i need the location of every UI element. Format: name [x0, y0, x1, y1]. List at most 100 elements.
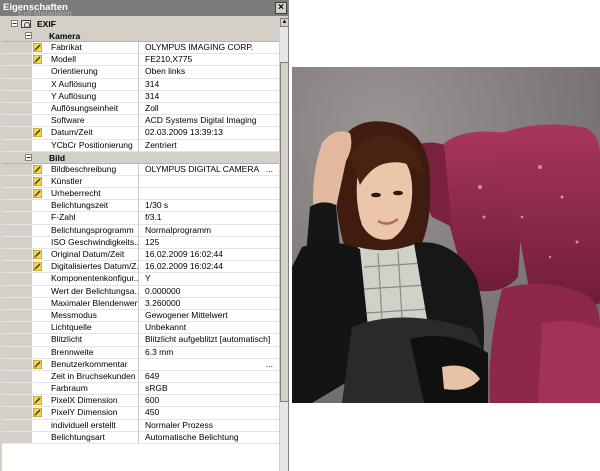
property-value[interactable]: Normalprogramm [142, 225, 279, 236]
property-value[interactable]: Normaler Prozess [142, 420, 279, 431]
property-row[interactable]: PixelY Dimension 450 [2, 407, 279, 420]
property-value[interactable]: Gewogener Mittelwert [142, 310, 279, 321]
row-gutter [2, 334, 32, 346]
property-value[interactable]: sRGB [142, 383, 279, 394]
property-name: PixelY Dimension [49, 407, 139, 419]
property-value[interactable]: 16.02.2009 16:02:44 [142, 261, 279, 272]
property-value[interactable]: 314 [142, 79, 279, 90]
property-value[interactable]: OLYMPUS IMAGING CORP. [142, 42, 279, 53]
property-row[interactable]: Belichtungsart Automatische Belichtung [2, 431, 279, 444]
portrait-photo [292, 67, 600, 403]
property-row[interactable]: Modell FE210,X775 [2, 54, 279, 67]
property-row[interactable]: Maximaler Blendenwert 3.260000 [2, 297, 279, 310]
edit-pencil-icon [33, 164, 42, 174]
property-value[interactable]: f/3.1 [142, 212, 279, 223]
property-row[interactable]: Auflösungseinheit Zoll [2, 102, 279, 116]
property-value[interactable]: 02.03.2009 13:39:13 [142, 127, 279, 138]
property-value[interactable]: 6.3 mm [142, 347, 279, 358]
property-row[interactable]: X Auflösung 314 [2, 78, 279, 91]
property-value[interactable]: Blitzlicht aufgeblitzt [automatisch] [142, 334, 279, 345]
property-name: Orientierung [49, 66, 139, 78]
property-value[interactable]: Unbekannt [142, 322, 279, 333]
property-row[interactable]: Künstler [2, 175, 279, 189]
ellipsis-button[interactable]: ... [266, 359, 273, 369]
tree-root-exif[interactable]: − EXIF [2, 18, 279, 30]
property-value[interactable]: Zoll [142, 103, 279, 114]
property-value[interactable] [142, 359, 279, 370]
property-row[interactable]: Belichtungsprogramm Normalprogramm [2, 224, 279, 237]
close-icon: × [278, 2, 284, 13]
property-value[interactable]: 125 [142, 237, 279, 248]
property-row[interactable]: individuell erstellt Normaler Prozess [2, 419, 279, 432]
property-row[interactable]: Fabrikat OLYMPUS IMAGING CORP. [2, 42, 279, 55]
property-value[interactable]: 0.000000 [142, 286, 279, 297]
property-row[interactable]: Urheberrecht [2, 188, 279, 201]
property-row[interactable]: ISO Geschwindigkeits... 125 [2, 236, 279, 249]
property-row[interactable]: Lichtquelle Unbekannt [2, 322, 279, 335]
property-value[interactable]: Oben links [142, 66, 279, 77]
row-gutter [2, 261, 32, 273]
property-name: Maximaler Blendenwert [51, 297, 139, 309]
property-row[interactable]: Wert der Belichtungsa... 0.000000 [2, 285, 279, 298]
property-row[interactable]: Y Auflösung 314 [2, 90, 279, 103]
property-name: Digitalisiertes Datum/Z... [51, 261, 139, 273]
collapse-icon[interactable]: − [25, 32, 32, 40]
property-value[interactable]: OLYMPUS DIGITAL CAMERA [142, 164, 279, 175]
property-row[interactable]: Original Datum/Zeit 16.02.2009 16:02:44 [2, 249, 279, 262]
property-value[interactable]: Automatische Belichtung [142, 432, 279, 443]
property-value[interactable]: 649 [142, 371, 279, 382]
property-row[interactable]: Komponentenkonfigur... Y [2, 273, 279, 286]
close-button[interactable]: × [275, 2, 287, 14]
property-name: Auflösungseinheit [49, 102, 139, 115]
property-value[interactable]: 600 [142, 395, 279, 406]
property-value[interactable]: 314 [142, 91, 279, 102]
property-name: Farbraum [49, 383, 139, 395]
property-value[interactable] [142, 188, 279, 199]
property-value[interactable]: 1/30 s [142, 200, 279, 211]
property-value[interactable]: FE210,X775 [142, 54, 279, 65]
property-name: Wert der Belichtungsa... [51, 285, 139, 297]
property-value[interactable]: 450 [142, 407, 279, 418]
panel-titlebar[interactable]: Eigenschaften Exif-Metadaten × [0, 0, 288, 18]
property-row[interactable]: Blitzlicht Blitzlicht aufgeblitzt [automa… [2, 334, 279, 347]
property-name: ISO Geschwindigkeits... [51, 236, 139, 248]
category-header[interactable]: − Kamera [2, 30, 279, 42]
property-row[interactable]: Software ACD Systems Digital Imaging [2, 115, 279, 128]
property-row[interactable]: YCbCr Positionierung Zentriert [2, 139, 279, 152]
property-name: Komponentenkonfigur... [51, 273, 139, 285]
scroll-up-arrow-icon[interactable]: ▲ [280, 18, 288, 27]
property-row[interactable]: Zeit in Bruchsekunden 649 [2, 370, 279, 384]
properties-panel: Eigenschaften Exif-Metadaten × − EXIF − K… [0, 0, 289, 471]
scrollbar-thumb[interactable] [280, 62, 288, 402]
property-row[interactable]: Belichtungszeit 1/30 s [2, 200, 279, 213]
property-row[interactable]: Messmodus Gewogener Mittelwert [2, 309, 279, 323]
property-row[interactable]: Brennweite 6.3 mm [2, 346, 279, 359]
edit-pencil-icon [33, 43, 42, 52]
property-row[interactable]: Datum/Zeit 02.03.2009 13:39:13 [2, 127, 279, 140]
ellipsis-button[interactable]: ... [266, 164, 273, 174]
property-row[interactable]: Orientierung Oben links [2, 66, 279, 79]
property-name: Benutzerkommentar [49, 358, 139, 370]
category-header[interactable]: − Bild [2, 151, 279, 164]
property-value[interactable]: ACD Systems Digital Imaging [142, 115, 279, 126]
property-name: Software [49, 115, 139, 127]
collapse-icon[interactable]: − [25, 153, 32, 161]
row-gutter [2, 346, 32, 358]
property-row[interactable]: F-Zahl f/3.1 [2, 212, 279, 225]
property-value[interactable]: 3.260000 [142, 298, 279, 309]
collapse-icon[interactable]: − [11, 20, 18, 28]
property-value[interactable]: Zentriert [142, 140, 279, 151]
property-value[interactable]: Y [142, 273, 279, 284]
property-value[interactable] [142, 176, 279, 187]
property-row[interactable]: PixelX Dimension 600 [2, 395, 279, 408]
edit-pencil-icon [33, 262, 42, 272]
vertical-scrollbar[interactable]: ▲ [280, 18, 288, 471]
property-row[interactable]: Bildbeschreibung OLYMPUS DIGITAL CAMERA..… [2, 163, 279, 176]
property-name: Fabrikat [49, 42, 139, 54]
property-row[interactable]: Farbraum sRGB [2, 383, 279, 396]
property-value[interactable]: 16.02.2009 16:02:44 [142, 249, 279, 260]
property-row[interactable]: Benutzerkommentar... [2, 358, 279, 371]
property-row[interactable]: Digitalisiertes Datum/Z... 16.02.2009 16:… [2, 261, 279, 274]
property-name: Brennweite [49, 346, 139, 358]
property-name: YCbCr Positionierung [49, 139, 139, 151]
